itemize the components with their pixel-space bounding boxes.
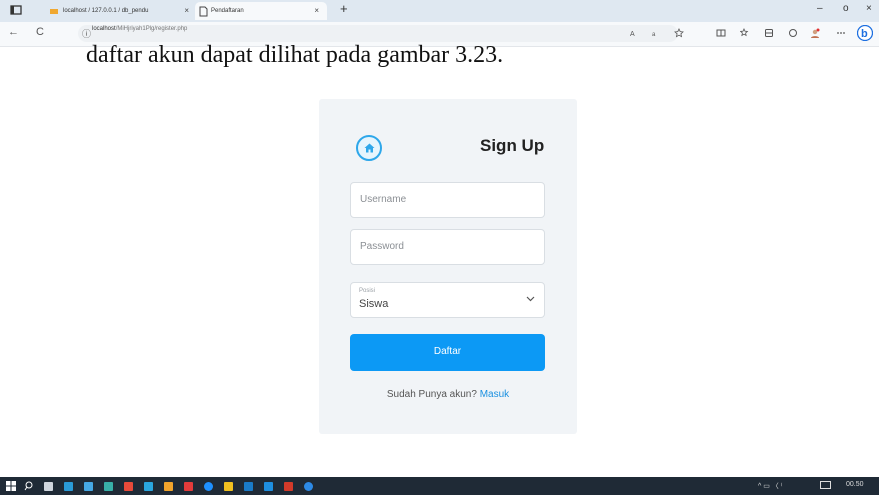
url-host: localhost — [92, 26, 116, 32]
password-input[interactable]: Password — [350, 229, 545, 265]
clock: 00.50 — [846, 481, 864, 488]
edge-icon[interactable] — [104, 482, 113, 491]
back-button[interactable]: ← — [8, 26, 19, 38]
password-placeholder: Password — [360, 241, 404, 252]
profile-icon[interactable] — [810, 28, 820, 38]
app-icon[interactable] — [264, 482, 273, 491]
chrome-icon[interactable] — [204, 482, 213, 491]
login-prompt-text: Sudah Punya akun? — [386, 389, 477, 400]
page-title: Sign Up — [480, 136, 545, 155]
collections-icon[interactable] — [764, 28, 774, 38]
daftar-button[interactable]: Daftar — [350, 334, 545, 371]
reload-button[interactable]: C — [36, 26, 44, 38]
masuk-link[interactable]: Masuk — [480, 389, 509, 400]
svg-text:A: A — [630, 31, 635, 38]
posisi-value: Siswa — [359, 298, 389, 310]
home-button[interactable] — [356, 135, 382, 161]
daftar-label: Daftar — [433, 346, 462, 357]
page-icon — [199, 6, 208, 17]
phpmyadmin-favicon-icon — [50, 9, 58, 14]
favorite-icon[interactable] — [674, 28, 684, 38]
split-screen-icon[interactable] — [716, 28, 726, 38]
store-icon[interactable] — [84, 482, 93, 491]
login-prompt: Sudah Punya akun? Masuk — [319, 389, 577, 400]
bing-icon[interactable]: b — [857, 25, 873, 41]
windows-start-icon[interactable] — [6, 481, 16, 491]
app-icon[interactable] — [164, 482, 173, 491]
username-input[interactable]: Username — [350, 182, 545, 218]
app-icon[interactable] — [304, 482, 313, 491]
system-tray[interactable]: ^ ▭ 〈 ⁽ — [758, 481, 782, 491]
vscode-icon[interactable] — [244, 482, 253, 491]
tab-label: localhost / 127.0.0.1 / db_pendu — [63, 8, 149, 14]
svg-text:b: b — [861, 28, 868, 40]
taskbar: ^ ▭ 〈 ⁽ 00.50 — [0, 477, 879, 495]
translate-icon[interactable]: a — [652, 28, 662, 38]
task-view-icon[interactable] — [44, 482, 53, 491]
svg-text:a: a — [652, 32, 656, 38]
app-icon[interactable] — [124, 482, 133, 491]
new-tab-button[interactable]: + — [340, 1, 348, 16]
tab-label: Pendaftaran — [211, 8, 244, 14]
chevron-down-icon — [526, 296, 535, 302]
file-explorer-icon[interactable] — [64, 482, 73, 491]
posisi-select[interactable]: Posisi Siswa — [350, 282, 545, 318]
site-info-icon[interactable]: ⓘ — [82, 27, 91, 40]
close-tab-icon[interactable]: × — [184, 2, 189, 20]
read-aloud-icon[interactable]: A — [630, 28, 640, 38]
favorites-icon[interactable] — [740, 28, 750, 38]
more-icon[interactable] — [836, 28, 846, 38]
url-text[interactable]: localhost/MiHjriyah1Plg/register.php — [92, 26, 187, 32]
username-placeholder: Username — [360, 194, 407, 205]
search-icon[interactable] — [24, 481, 34, 491]
app-icon[interactable] — [184, 482, 193, 491]
close-window-button[interactable]: × — [866, 3, 872, 14]
acrobat-icon[interactable] — [284, 482, 293, 491]
url-path: /MiHjriyah1Plg/register.php — [115, 26, 188, 32]
tab-actions-icon[interactable] — [10, 4, 22, 16]
notification-icon[interactable] — [820, 481, 831, 490]
maximize-button[interactable]: o — [843, 3, 849, 14]
home-icon — [364, 143, 375, 153]
document-caption: daftar akun dapat dilihat pada gambar 3.… — [86, 42, 504, 68]
minimize-button[interactable]: – — [817, 3, 823, 14]
posisi-label: Posisi — [359, 288, 376, 294]
browser-tab-strip: localhost / 127.0.0.1 / db_pendu × Penda… — [0, 0, 879, 22]
extensions-icon[interactable] — [788, 28, 798, 38]
app-icon[interactable] — [144, 482, 153, 491]
close-tab-icon[interactable]: × — [314, 2, 319, 20]
tab-phpmyadmin[interactable]: localhost / 127.0.0.1 / db_pendu × — [47, 2, 197, 20]
app-icon[interactable] — [224, 482, 233, 491]
tab-pendaftaran[interactable]: Pendaftaran × — [195, 2, 327, 20]
